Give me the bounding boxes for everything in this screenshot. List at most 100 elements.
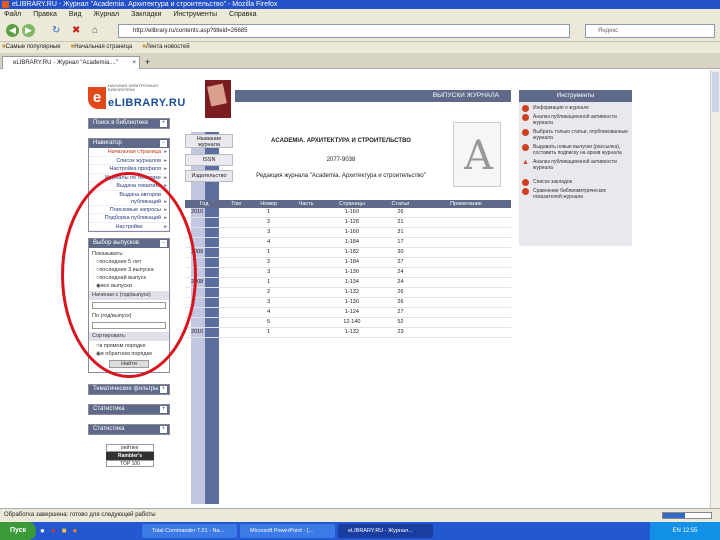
expand-icon[interactable]: +	[160, 120, 167, 127]
tool-subscribe[interactable]: Выдавать новые выпуски (рассылка), соста…	[522, 144, 629, 156]
search-input[interactable]: Яндекс	[585, 24, 715, 38]
expand-icon[interactable]: +	[160, 386, 167, 393]
elibrary-logo[interactable]: e НАУЧНАЯ ЭЛЕКТРОННАЯ БИБЛИОТЕКА eLIBRAR…	[88, 84, 185, 114]
table-cell[interactable]: 27	[379, 307, 421, 318]
table-cell[interactable]: 27	[379, 257, 421, 268]
rambler-counter[interactable]: рейтинг Rambler's TOP 100	[106, 444, 154, 486]
vertical-scrollbar[interactable]	[710, 70, 720, 508]
system-tray-clock[interactable]: EN 12:55	[650, 522, 720, 540]
table-row[interactable]: 3 1-160 31	[185, 227, 511, 238]
table-cell[interactable]: 26	[379, 208, 421, 218]
task-firefox[interactable]: eLIBRARY.RU - Журнал...	[338, 524, 433, 538]
table-cell[interactable]: 5	[248, 317, 289, 328]
table-cell[interactable]: 31	[379, 227, 421, 238]
bookmark-popular[interactable]: Самые популярные	[2, 42, 61, 53]
table-cell[interactable]: 2	[248, 287, 289, 298]
stats-header[interactable]: Статистика +	[89, 405, 169, 414]
table-cell[interactable]: 30	[379, 247, 421, 258]
table-cell[interactable]: 26	[379, 297, 421, 308]
expand-icon[interactable]: +	[160, 426, 167, 433]
menu-tools[interactable]: Инструменты	[173, 9, 217, 20]
table-row[interactable]: 5 12-140 52	[185, 317, 511, 328]
menu-help[interactable]: Справка	[229, 9, 256, 20]
forward-arrow-icon[interactable]: ▶	[22, 24, 35, 37]
journal-publisher[interactable]: Редакция журнала "Academia. Архитектура …	[237, 170, 445, 182]
table-cell: 2010	[185, 208, 224, 218]
table-cell[interactable]: 24	[379, 267, 421, 278]
table-cell[interactable]: 4	[248, 237, 289, 248]
table-cell: 1-182	[323, 247, 380, 258]
table-cell[interactable]: 21	[379, 217, 421, 228]
bookmark-news[interactable]: Лента новостей	[142, 42, 190, 53]
tab-label: eLIBRARY.RU - Журнал "Academia...."	[13, 60, 118, 66]
table-row[interactable]: 2 1-132 26	[185, 287, 511, 298]
tool-compare[interactable]: Сравнение библиометрических показателей …	[522, 188, 629, 200]
navigator-header: Навигатор −	[89, 139, 169, 148]
expand-icon[interactable]: +	[160, 406, 167, 413]
table-cell[interactable]: 23	[379, 327, 421, 338]
highlight-circle	[61, 172, 197, 378]
back-arrow-icon[interactable]: ◀	[6, 24, 19, 37]
collapse-icon[interactable]: −	[160, 140, 167, 147]
firefox-icon[interactable]: ●	[73, 526, 78, 535]
table-cell[interactable]: 1	[248, 247, 289, 258]
search-panel-header[interactable]: Поиск в библиотеке +	[89, 119, 169, 128]
task-powerpoint[interactable]: Microsoft PowerPoint - [...	[240, 524, 335, 538]
table-cell[interactable]: 1	[248, 327, 289, 338]
table-cell[interactable]: 52	[379, 317, 421, 328]
table-row[interactable]: 2010 1 1-132 23	[185, 327, 511, 338]
table-cell[interactable]: 17	[379, 237, 421, 248]
menu-history[interactable]: Журнал	[94, 9, 120, 20]
table-row[interactable]: 3 1-130 24	[185, 267, 511, 278]
menu-file[interactable]: Файл	[4, 9, 21, 20]
task-total-commander[interactable]: Total Commander 7.01 - Na...	[142, 524, 237, 538]
table-row[interactable]: 3 1-130 26	[185, 297, 511, 308]
tool-select-articles[interactable]: Выбрать только статьи, опубликованные жу…	[522, 129, 629, 141]
table-cell[interactable]: 2	[248, 257, 289, 268]
table-row[interactable]: 4 1-124 27	[185, 307, 511, 318]
table-row[interactable]: 2009 1 1-182 30	[185, 247, 511, 258]
home-icon[interactable]: ⌂	[92, 25, 98, 37]
table-cell[interactable]: 24	[379, 277, 421, 288]
table-row[interactable]: 2 1-184 27	[185, 257, 511, 268]
journal-name[interactable]: ACADEMIA. АРХИТЕКТУРА И СТРОИТЕЛЬСТВО	[237, 134, 445, 148]
table-cell[interactable]: 4	[248, 307, 289, 318]
table-cell	[288, 247, 324, 258]
opera-icon[interactable]: ●	[51, 526, 56, 535]
browser-icon[interactable]: ●	[40, 526, 45, 535]
table-cell[interactable]: 3	[248, 227, 289, 238]
table-row[interactable]: 4 1-184 17	[185, 237, 511, 248]
table-cell[interactable]: 1	[248, 277, 289, 288]
folder-icon[interactable]: ■	[62, 526, 67, 535]
journal-cover-image: A	[453, 122, 501, 187]
menu-edit[interactable]: Правка	[33, 9, 57, 20]
menu-bookmarks[interactable]: Закладки	[131, 9, 161, 20]
start-button[interactable]: Пуск	[0, 522, 36, 540]
table-cell[interactable]: 3	[248, 267, 289, 278]
table-cell[interactable]: 26	[379, 287, 421, 298]
new-tab-icon[interactable]: +	[145, 56, 150, 68]
nav-item-journals[interactable]: Список журналов	[89, 157, 169, 165]
nav-item-home[interactable]: Начальная страница	[89, 148, 169, 157]
bookmark-start-page[interactable]: Начальная страница	[71, 42, 132, 53]
tool-bookmarks[interactable]: Список закладок	[522, 179, 629, 186]
reload-icon[interactable]: ↻	[52, 25, 60, 37]
table-row[interactable]: 2 1-128 21	[185, 217, 511, 228]
menu-bar: Файл Правка Вид Журнал Закладки Инструме…	[0, 9, 720, 20]
tab-elibrary[interactable]: eLIBRARY.RU - Журнал "Academia...." ×	[2, 56, 140, 69]
url-input[interactable]: http://elibrary.ru/contents.asp?titleid=…	[118, 24, 570, 38]
filters-header[interactable]: Тематические фильтры +	[89, 385, 169, 394]
table-cell[interactable]: 1	[248, 208, 289, 218]
menu-view[interactable]: Вид	[69, 9, 82, 20]
table-row[interactable]: 2010 1 1-160 26	[185, 208, 511, 218]
stats-header-2[interactable]: Статистика +	[89, 425, 169, 434]
tool-analysis[interactable]: ▲ Анализ публикационной активности журнал…	[522, 159, 629, 171]
tool-activity[interactable]: Анализ публикационной активности журнала	[522, 114, 629, 126]
table-cell[interactable]: 3	[248, 297, 289, 308]
table-cell[interactable]: 2	[248, 217, 289, 228]
tool-journal-info[interactable]: Информация о журнале	[522, 105, 629, 112]
table-row[interactable]: 2008 1 1-134 24	[185, 277, 511, 288]
stop-icon[interactable]: ✖	[72, 25, 80, 37]
close-tab-icon[interactable]: ×	[132, 57, 136, 69]
issues-table: Год Том Номер Часть Страницы Статьи Прим…	[185, 200, 511, 338]
